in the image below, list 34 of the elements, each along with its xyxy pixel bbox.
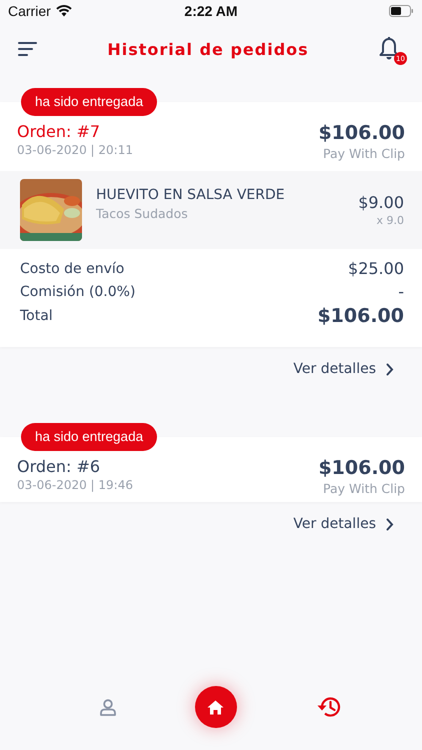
item-price: $9.00: [358, 193, 404, 212]
profile-icon[interactable]: [100, 698, 116, 716]
details-link[interactable]: Ver detalles: [293, 516, 376, 532]
carrier-label: Carrier: [8, 3, 51, 19]
battery-icon: [388, 5, 414, 17]
order-number: Orden: #6: [17, 457, 102, 476]
order-date: 03-06-2020 | 19:46: [17, 478, 133, 492]
item-quantity: x 9.0: [376, 214, 404, 227]
summary-label: Costo de envío: [20, 260, 124, 276]
wifi-icon: [56, 5, 72, 17]
summary-value: -: [398, 282, 404, 301]
payment-method: Pay With Clip: [323, 481, 405, 496]
details-link[interactable]: Ver detalles: [293, 361, 376, 377]
home-button[interactable]: [194, 686, 237, 728]
order-date: 03-06-2020 | 20:11: [17, 143, 133, 157]
chevron-icon[interactable]: [386, 362, 394, 376]
payment-method: Pay With Clip: [323, 146, 405, 161]
history-icon[interactable]: [316, 695, 342, 719]
order-total: $106.00: [318, 122, 405, 144]
home-icon: [207, 700, 224, 714]
item-name: HUEVITO EN SALSA VERDE: [96, 187, 286, 203]
summary-label: Total: [20, 308, 53, 324]
summary-value: $106.00: [317, 305, 404, 327]
summary-label: Comisión (0.0%): [20, 284, 136, 300]
chevron-icon[interactable]: [386, 518, 394, 530]
summary-value: $25.00: [348, 259, 404, 278]
page-title: Historial de pedidos: [107, 40, 309, 58]
menu-icon[interactable]: [18, 42, 38, 56]
order-number: Orden: #7: [17, 122, 102, 141]
status-badge: ha sido entregada: [21, 88, 158, 116]
status-time: 2:22 AM: [184, 3, 238, 19]
store-name: Tacos Sudados: [96, 206, 189, 221]
order-total: $106.00: [318, 457, 405, 479]
status-badge: ha sido entregada: [21, 423, 158, 451]
